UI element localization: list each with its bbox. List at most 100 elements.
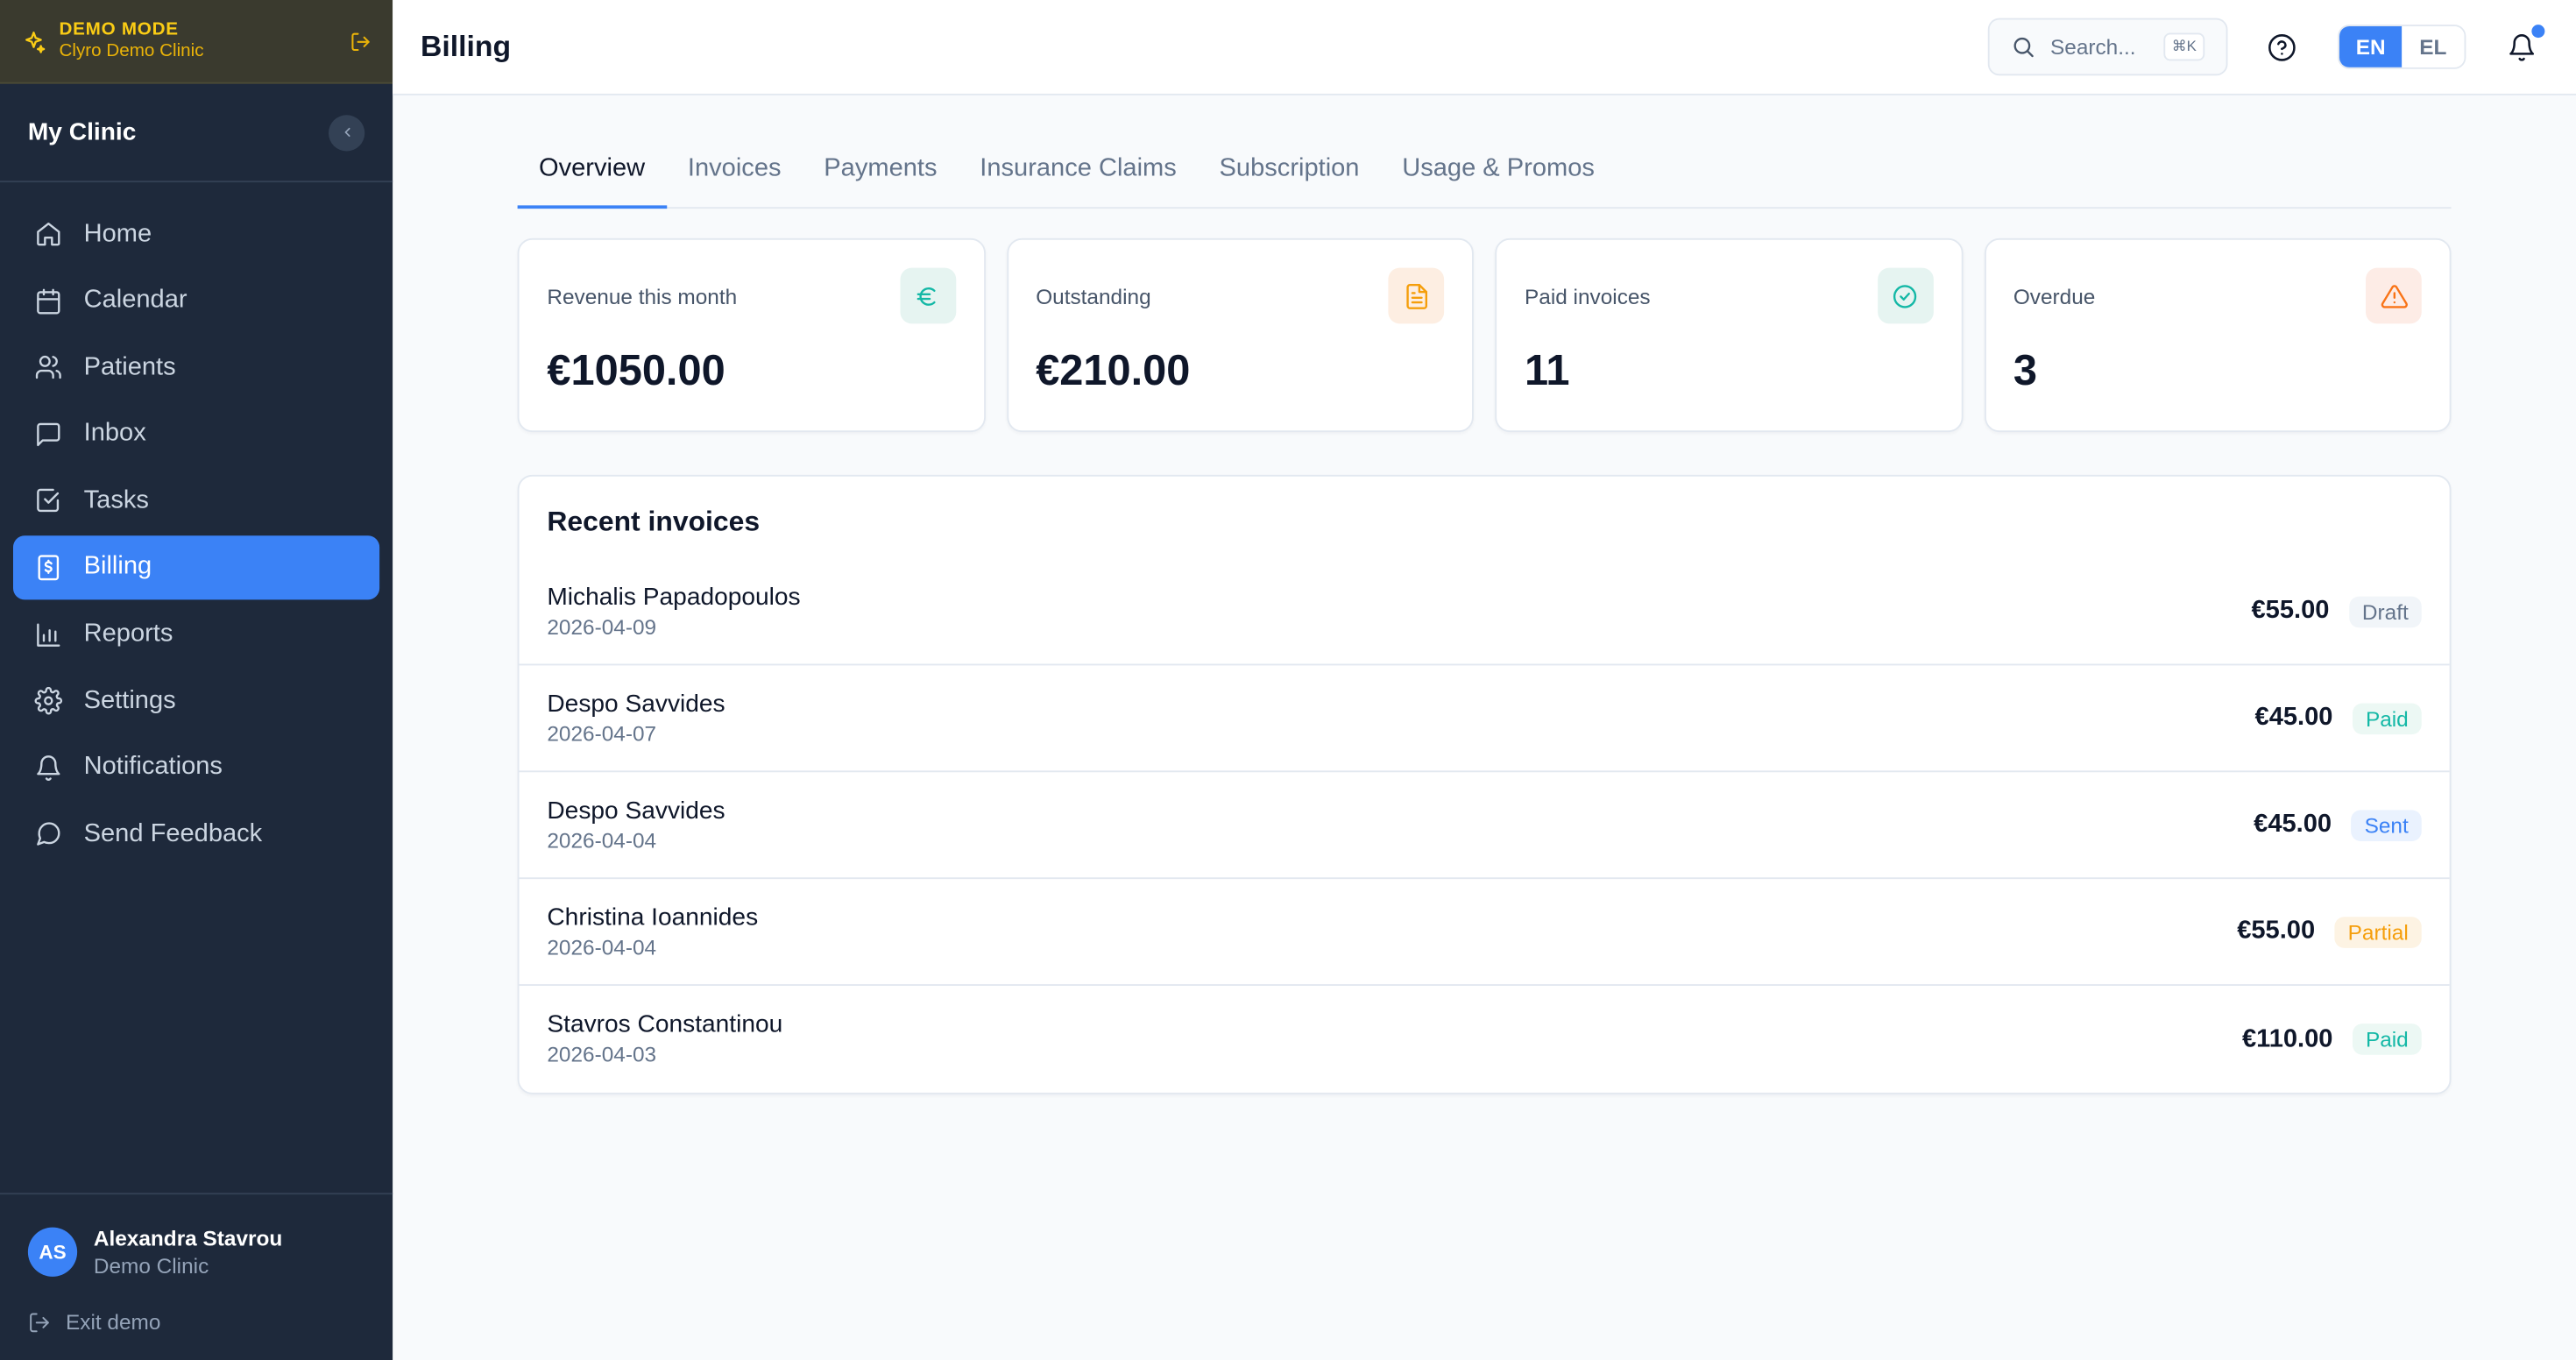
- invoice-patient-name: Despo Savvides: [547, 796, 725, 825]
- tab-usage-promos[interactable]: Usage & Promos: [1381, 137, 1616, 208]
- demo-clinic-name: Clyro Demo Clinic: [59, 40, 204, 61]
- stat-value: €1050.00: [547, 344, 725, 394]
- invoice-date: 2026-04-09: [547, 613, 657, 639]
- recent-invoices-title: Recent invoices: [547, 506, 761, 538]
- language-toggle: EN EL: [2338, 25, 2466, 69]
- sidebar-item-calendar[interactable]: Calendar: [13, 269, 379, 333]
- invoice-amount: €110.00: [2241, 1024, 2333, 1052]
- clinic-header: My Clinic: [0, 84, 393, 183]
- check-circle-icon: [1877, 267, 1933, 324]
- logout-icon: [30, 1312, 49, 1332]
- invoice-date: 2026-04-07: [547, 720, 657, 746]
- sidebar-item-reports[interactable]: Reports: [13, 602, 379, 666]
- exit-demo-label: Exit demo: [66, 1309, 161, 1335]
- invoice-patient-name: Despo Savvides: [547, 689, 725, 718]
- exit-demo-link[interactable]: Exit demo: [28, 1309, 364, 1335]
- stat-label: Outstanding: [1036, 284, 1151, 309]
- invoice-row[interactable]: Christina Ioannides 2026-04-04 €55.00 Pa…: [519, 879, 2450, 986]
- chat-bubble-icon: [37, 823, 60, 846]
- invoice-row[interactable]: Stavros Constantinou 2026-04-03 €110.00 …: [520, 986, 2450, 1093]
- tab-invoices[interactable]: Invoices: [667, 137, 803, 208]
- sidebar-item-send-feedback[interactable]: Send Feedback: [13, 803, 379, 867]
- notification-dot: [2531, 24, 2545, 38]
- sidebar-item-label: Calendar: [83, 286, 188, 315]
- tab-insurance-claims[interactable]: Insurance Claims: [959, 137, 1198, 208]
- stat-value: 3: [2013, 344, 2037, 394]
- help-icon[interactable]: [2268, 32, 2297, 62]
- sidebar-item-home[interactable]: Home: [13, 202, 379, 266]
- bell-icon: [37, 754, 60, 781]
- status-badge: Draft: [2348, 595, 2422, 627]
- calendar-icon: [37, 287, 60, 314]
- invoice-amount: €45.00: [2254, 810, 2332, 839]
- tab-overview[interactable]: Overview: [517, 137, 667, 209]
- billing-tabs: Overview Invoices Payments Insurance Cla…: [517, 137, 2452, 209]
- document-icon: [1388, 267, 1445, 324]
- users-icon: [35, 356, 61, 379]
- stat-label: Revenue this month: [547, 284, 738, 309]
- invoice-date: 2026-04-03: [547, 1041, 657, 1066]
- demo-mode-title: DEMO MODE: [59, 19, 179, 40]
- status-badge: Sent: [2351, 809, 2422, 841]
- status-badge: Paid: [2352, 702, 2422, 734]
- stats-row: Revenue this month €1050.00 Outstanding …: [517, 237, 2452, 433]
- invoice-row[interactable]: Despo Savvides 2026-04-04 €45.00 Sent: [519, 772, 2450, 880]
- sidebar-item-label: Reports: [83, 619, 173, 648]
- stat-card-outstanding: Outstanding €210.00: [1006, 237, 1474, 433]
- sidebar-nav: Home Calendar Patients Inbox Tasks Billi…: [0, 182, 393, 1193]
- language-en-button[interactable]: EN: [2339, 26, 2403, 67]
- recent-invoices-card: Recent invoices Michalis Papadopoulos 20…: [517, 474, 2452, 1094]
- language-el-button[interactable]: EL: [2402, 26, 2465, 67]
- sidebar-item-inbox[interactable]: Inbox: [13, 402, 379, 466]
- invoice-patient-name: Stavros Constantinou: [547, 1010, 783, 1038]
- user-profile[interactable]: AS Alexandra Stavrou Demo Clinic: [27, 1224, 364, 1280]
- sidebar-item-notifications[interactable]: Notifications: [13, 736, 379, 800]
- invoice-amount: €55.00: [2251, 596, 2330, 625]
- top-bar: Billing Search... ⌘K EN EL: [393, 0, 2576, 96]
- sidebar-footer: AS Alexandra Stavrou Demo Clinic Exit de…: [0, 1193, 393, 1360]
- exit-demo-icon[interactable]: [347, 28, 373, 54]
- search-icon: [2013, 37, 2034, 58]
- euro-icon: [899, 267, 956, 324]
- search-shortcut: ⌘K: [2163, 32, 2205, 61]
- sidebar-item-settings[interactable]: Settings: [13, 669, 379, 733]
- home-icon: [37, 223, 60, 246]
- message-icon: [37, 422, 60, 446]
- check-square-icon: [37, 489, 60, 513]
- sidebar-item-label: Settings: [83, 686, 176, 714]
- stat-card-paid-invoices: Paid invoices 11: [1495, 237, 1963, 433]
- avatar: AS: [27, 1227, 78, 1277]
- stat-value: 11: [1525, 344, 1570, 394]
- sidebar-item-label: Billing: [83, 552, 152, 581]
- tab-payments[interactable]: Payments: [803, 137, 959, 208]
- stat-card-overdue: Overdue 3: [1984, 237, 2452, 433]
- receipt-icon: [38, 555, 60, 581]
- sidebar-item-label: Inbox: [83, 419, 146, 448]
- invoice-amount: €45.00: [2254, 703, 2333, 732]
- search-input[interactable]: Search... ⌘K: [1987, 18, 2228, 76]
- sidebar-item-billing[interactable]: Billing: [13, 535, 380, 600]
- invoice-amount: €55.00: [2237, 917, 2316, 946]
- bar-chart-icon: [37, 622, 60, 647]
- search-placeholder: Search...: [2050, 34, 2136, 60]
- invoice-row[interactable]: Despo Savvides 2026-04-07 €45.00 Paid: [519, 665, 2450, 773]
- invoice-patient-name: Michalis Papadopoulos: [547, 582, 801, 611]
- sidebar-item-label: Patients: [83, 352, 176, 381]
- stat-label: Overdue: [2013, 284, 2096, 309]
- main-area: Billing Search... ⌘K EN EL Overview Invo…: [393, 0, 2576, 1360]
- invoice-date: 2026-04-04: [547, 827, 657, 853]
- billing-content: Overview Invoices Payments Insurance Cla…: [393, 96, 2576, 1094]
- tab-subscription[interactable]: Subscription: [1198, 137, 1381, 208]
- notifications-bell-icon[interactable]: [2505, 24, 2545, 64]
- invoice-patient-name: Christina Ioannides: [547, 903, 759, 931]
- sidebar-item-tasks[interactable]: Tasks: [13, 469, 379, 533]
- status-badge: Paid: [2352, 1024, 2422, 1055]
- invoice-row[interactable]: Michalis Papadopoulos 2026-04-09 €55.00 …: [519, 559, 2450, 666]
- gear-icon: [34, 687, 63, 715]
- sidebar-item-patients[interactable]: Patients: [13, 336, 379, 400]
- page-title: Billing: [421, 29, 512, 63]
- collapse-sidebar-button[interactable]: [329, 114, 365, 151]
- warning-icon: [2366, 267, 2422, 324]
- invoice-date: 2026-04-04: [547, 933, 657, 960]
- user-clinic: Demo Clinic: [93, 1253, 209, 1279]
